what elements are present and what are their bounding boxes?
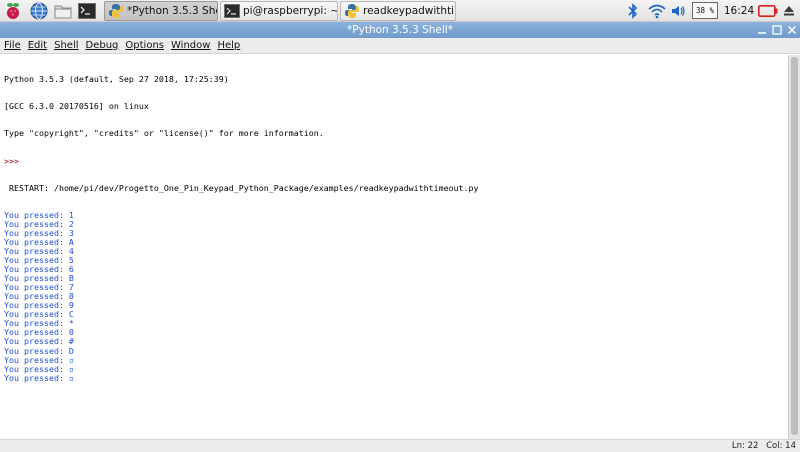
- output-line: You pressed: 3: [4, 227, 74, 238]
- menu-shell[interactable]: Shell: [54, 40, 78, 51]
- menu-debug[interactable]: Debug: [86, 40, 119, 51]
- bluetooth-icon[interactable]: [626, 2, 640, 20]
- globe-browser-icon[interactable]: [30, 2, 48, 20]
- cpu-monitor[interactable]: 38 %: [692, 2, 718, 19]
- shell-header-line: [GCC 6.3.0 20170516] on linux: [4, 101, 149, 112]
- terminal-icon[interactable]: [78, 2, 96, 20]
- maximize-icon[interactable]: [771, 24, 783, 36]
- wifi-icon[interactable]: [648, 2, 666, 20]
- task-label: pi@raspberrypi: ~: [243, 5, 338, 17]
- output-line: You pressed: 2: [4, 218, 74, 229]
- output-line: You pressed: 6: [4, 264, 74, 275]
- shell-header-line: Python 3.5.3 (default, Sep 27 2018, 17:2…: [4, 74, 229, 85]
- output-line: You pressed: #: [4, 336, 74, 347]
- menu-file[interactable]: File: [4, 40, 21, 51]
- status-col: Col: 14: [766, 441, 796, 451]
- taskbar: *Python 3.5.3 Shell* pi@raspberrypi: ~ r…: [0, 0, 800, 22]
- window-title: *Python 3.5.3 Shell*: [347, 24, 453, 36]
- shell-header-line: Type "copyright", "credits" or "license(…: [4, 128, 324, 139]
- vertical-scrollbar[interactable]: [788, 55, 800, 439]
- task-editor[interactable]: readkeypadwithtimeo...: [340, 1, 456, 21]
- folder-icon[interactable]: [54, 2, 72, 20]
- output-line: You pressed: 8: [4, 291, 74, 302]
- output-line: You pressed: 4: [4, 245, 74, 256]
- scrollbar-thumb[interactable]: [791, 57, 798, 435]
- output-line: You pressed: ▫: [4, 363, 74, 374]
- output-line: You pressed: ▫: [4, 372, 74, 383]
- output-line: You pressed: C: [4, 309, 74, 320]
- clock[interactable]: 16:24: [724, 2, 754, 20]
- menu-help[interactable]: Help: [217, 40, 240, 51]
- menu-edit[interactable]: Edit: [28, 40, 47, 51]
- cpu-usage-label: 38 %: [695, 6, 715, 15]
- menu-bar: File Edit Shell Debug Options Window Hel…: [0, 38, 800, 54]
- task-label: readkeypadwithtimeo...: [363, 5, 455, 17]
- output-line: You pressed: A: [4, 236, 74, 247]
- output-line: You pressed: 7: [4, 282, 74, 293]
- shell-output: You pressed: 1 You pressed: 2 You pressed:…: [4, 209, 784, 383]
- output-line: You pressed: 5: [4, 255, 74, 266]
- close-icon[interactable]: [786, 24, 798, 36]
- output-line: You pressed: *: [4, 318, 74, 329]
- menu-window[interactable]: Window: [171, 40, 210, 51]
- output-line: You pressed: 1: [4, 209, 74, 220]
- raspberry-menu-icon[interactable]: [4, 2, 22, 20]
- task-python-shell[interactable]: *Python 3.5.3 Shell*: [104, 1, 218, 21]
- shell-prompt: >>>: [4, 155, 19, 166]
- output-line: You pressed: B: [4, 273, 74, 284]
- clock-label: 16:24: [723, 5, 755, 17]
- volume-icon[interactable]: [670, 2, 686, 20]
- task-label: *Python 3.5.3 Shell*: [127, 5, 217, 17]
- output-line: You pressed: 9: [4, 300, 74, 311]
- task-terminal[interactable]: pi@raspberrypi: ~: [220, 1, 338, 21]
- python-icon: [109, 4, 123, 18]
- output-line: You pressed: D: [4, 345, 74, 356]
- eject-icon[interactable]: [782, 2, 796, 20]
- minimize-icon[interactable]: [756, 24, 768, 36]
- output-line: You pressed: 0: [4, 327, 74, 338]
- output-line: You pressed: ▫: [4, 354, 74, 365]
- menu-options[interactable]: Options: [125, 40, 164, 51]
- status-line: Ln: 22: [731, 441, 759, 451]
- shell-text-area[interactable]: Python 3.5.3 (default, Sep 27 2018, 17:2…: [0, 55, 788, 439]
- battery-icon[interactable]: [758, 2, 778, 20]
- status-bar: Ln: 22 Col: 14: [0, 439, 800, 452]
- terminal-icon: [224, 4, 240, 18]
- shell-restart-line: RESTART: /home/pi/dev/Progetto_One_Pin_K…: [4, 182, 479, 193]
- cursor-position: Ln: 22 Col: 14: [727, 441, 796, 451]
- python-icon: [345, 4, 359, 18]
- window-title-bar[interactable]: *Python 3.5.3 Shell*: [0, 22, 800, 38]
